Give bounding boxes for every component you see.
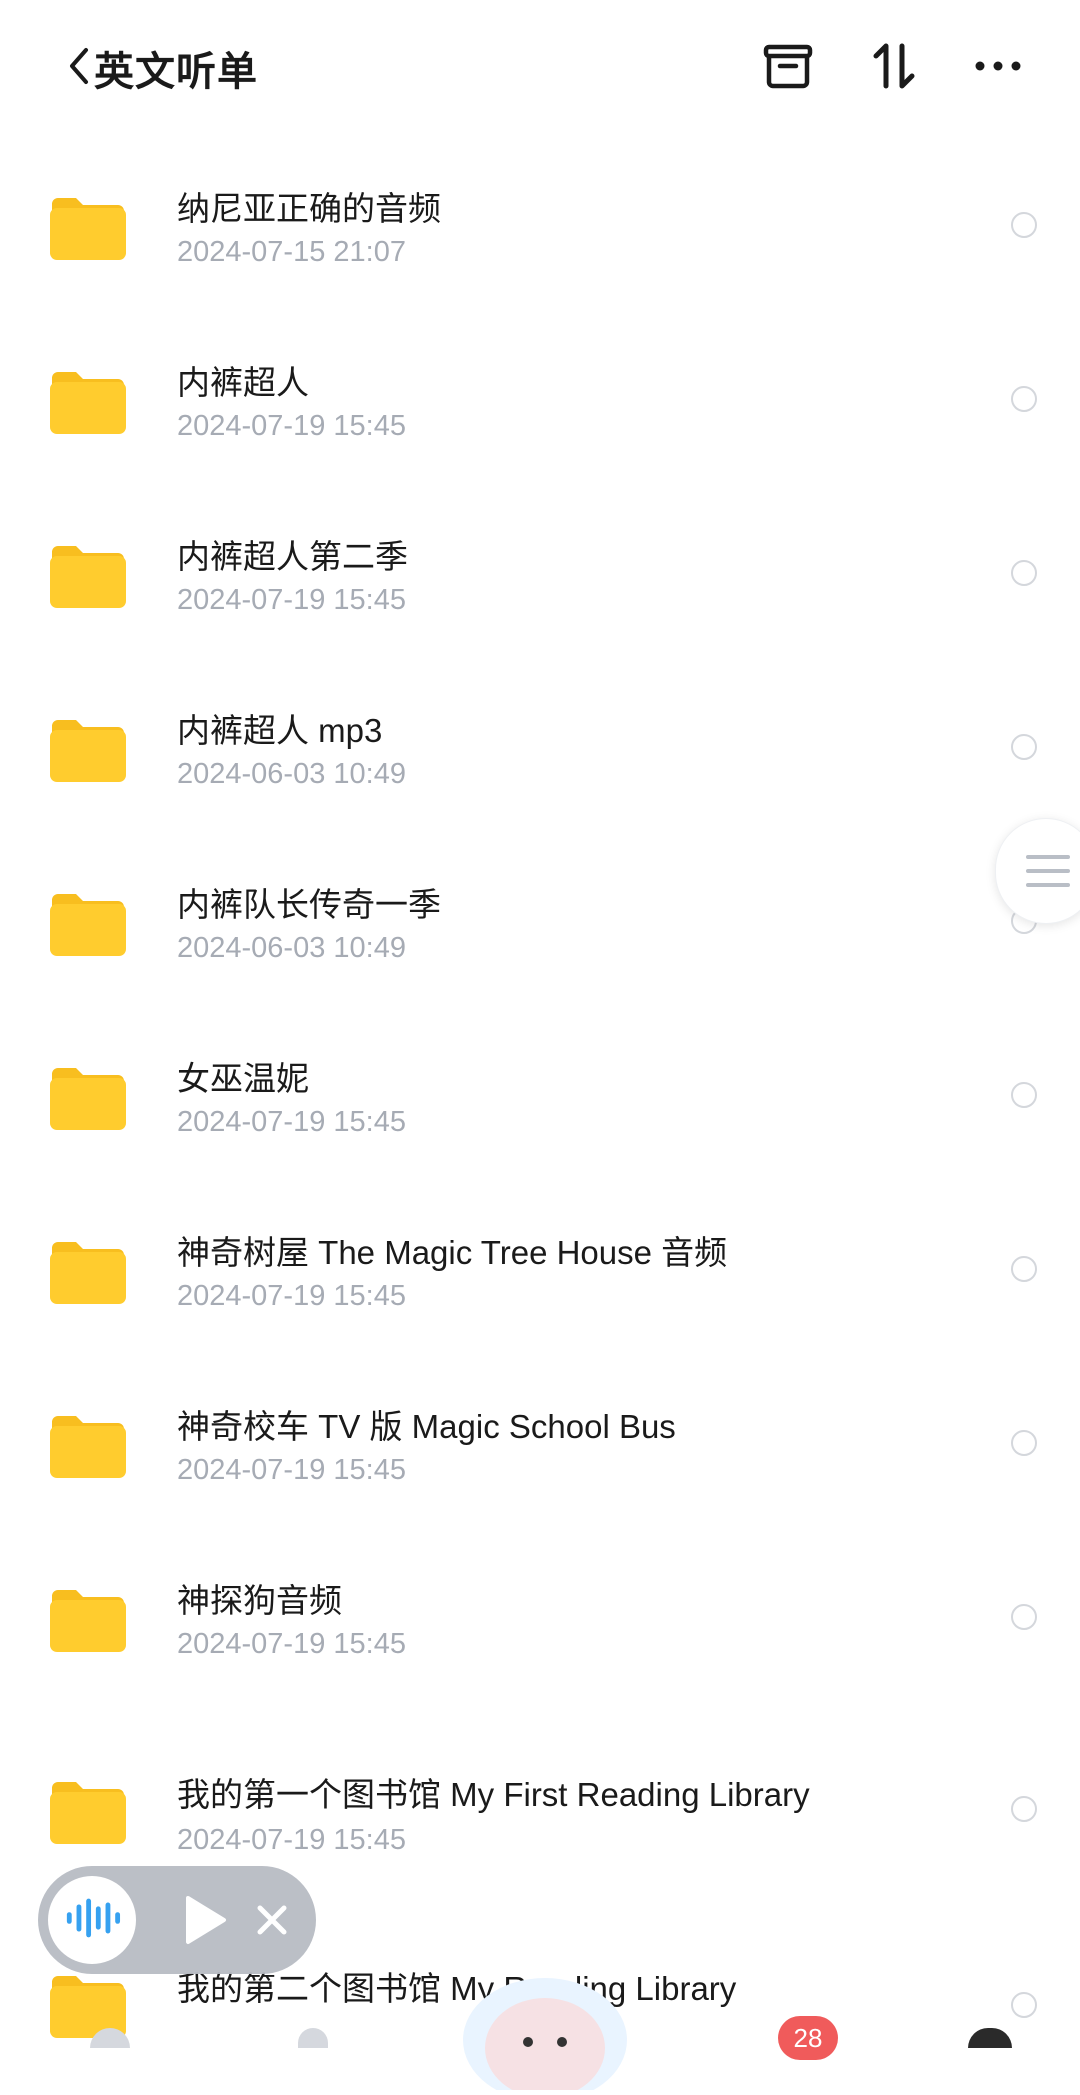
list-item[interactable]: 神奇校车 TV 版 Magic School Bus 2024-07-19 15… [0, 1348, 1080, 1522]
folder-date: 2024-07-19 15:45 [177, 1454, 406, 1486]
select-radio[interactable] [1011, 386, 1037, 412]
folder-icon [48, 1776, 128, 1846]
archive-box-icon [760, 38, 816, 99]
folder-name: 内裤超人第二季 [177, 538, 408, 575]
list-item[interactable]: 内裤超人 2024-07-19 15:45 [0, 304, 1080, 478]
mascot-icon[interactable] [460, 1970, 630, 2095]
folder-name: 内裤超人 [177, 364, 309, 401]
select-radio[interactable] [1011, 1430, 1037, 1456]
list-item[interactable]: 神奇树屋 The Magic Tree House 音频 2024-07-19 … [0, 1174, 1080, 1348]
back-button[interactable]: 英文听单 [64, 40, 258, 96]
folder-icon [48, 714, 128, 784]
folder-icon [48, 366, 128, 436]
folder-name: 内裤队长传奇一季 [177, 886, 441, 923]
select-radio[interactable] [1011, 1992, 1037, 2018]
folder-name: 纳尼亚正确的音频 [177, 190, 441, 227]
folder-date: 2024-06-03 10:49 [177, 758, 406, 790]
select-radio[interactable] [1011, 1604, 1037, 1630]
folder-icon [48, 1410, 128, 1480]
list-item[interactable]: 神探狗音频 2024-07-19 15:45 [0, 1522, 1080, 1696]
folder-date: 2024-07-19 15:45 [177, 1824, 406, 1856]
select-radio[interactable] [1011, 1796, 1037, 1822]
notification-badge: 28 [778, 2016, 838, 2060]
select-radio[interactable] [1011, 560, 1037, 586]
page-title: 英文听单 [94, 50, 258, 94]
archive-button[interactable] [756, 36, 820, 100]
folder-date: 2024-07-15 21:07 [177, 236, 406, 268]
folder-icon [48, 1062, 128, 1132]
mini-player [38, 1866, 316, 1974]
more-icon [970, 38, 1026, 99]
top-bar: 英文听单 [0, 0, 1080, 130]
play-icon[interactable] [176, 1892, 232, 1948]
folder-date: 2024-07-19 15:45 [177, 1628, 406, 1660]
list-item[interactable]: 内裤队长传奇一季 2024-06-03 10:49 [0, 826, 1080, 1000]
folder-name: 我的第一个图书馆 My First Reading Library [177, 1776, 810, 1813]
folder-icon [48, 1584, 128, 1654]
back-chevron-icon [64, 44, 92, 93]
select-radio[interactable] [1011, 1256, 1037, 1282]
folder-icon [48, 1236, 128, 1306]
folder-name: 神探狗音频 [177, 1582, 342, 1619]
sort-button[interactable] [862, 36, 926, 100]
folder-date: 2024-07-19 15:45 [177, 410, 406, 442]
folder-date: 2024-06-03 10:49 [177, 932, 406, 964]
sort-icon [866, 38, 922, 99]
list-item[interactable]: 女巫温妮 2024-07-19 15:45 [0, 1000, 1080, 1174]
folder-name: 女巫温妮 [177, 1060, 309, 1097]
folder-icon [48, 888, 128, 958]
folder-name: 内裤超人 mp3 [177, 712, 383, 749]
sound-wave-icon [63, 1896, 121, 1945]
select-radio[interactable] [1011, 1082, 1037, 1108]
list-item[interactable]: 内裤超人第二季 2024-07-19 15:45 [0, 478, 1080, 652]
voice-button[interactable] [48, 1876, 136, 1964]
folder-name: 神奇校车 TV 版 Magic School Bus [177, 1408, 676, 1445]
select-radio[interactable] [1011, 212, 1037, 238]
select-radio[interactable] [1011, 734, 1037, 760]
list-item[interactable]: 纳尼亚正确的音频 2024-07-15 21:07 [0, 130, 1080, 304]
folder-icon [48, 540, 128, 610]
more-button[interactable] [966, 36, 1030, 100]
folder-date: 2024-07-19 15:45 [177, 584, 406, 616]
folder-date: 2024-07-19 15:45 [177, 1280, 406, 1312]
folder-icon [48, 192, 128, 262]
close-icon[interactable] [246, 1894, 298, 1946]
list-item[interactable]: 我的第一个图书馆 My First Reading Library 2024-0… [0, 1696, 1080, 1870]
list-item[interactable]: 内裤超人 mp3 2024-06-03 10:49 [0, 652, 1080, 826]
folder-name: 神奇树屋 The Magic Tree House 音频 [177, 1234, 728, 1271]
folder-date: 2024-07-19 15:45 [177, 1106, 406, 1138]
